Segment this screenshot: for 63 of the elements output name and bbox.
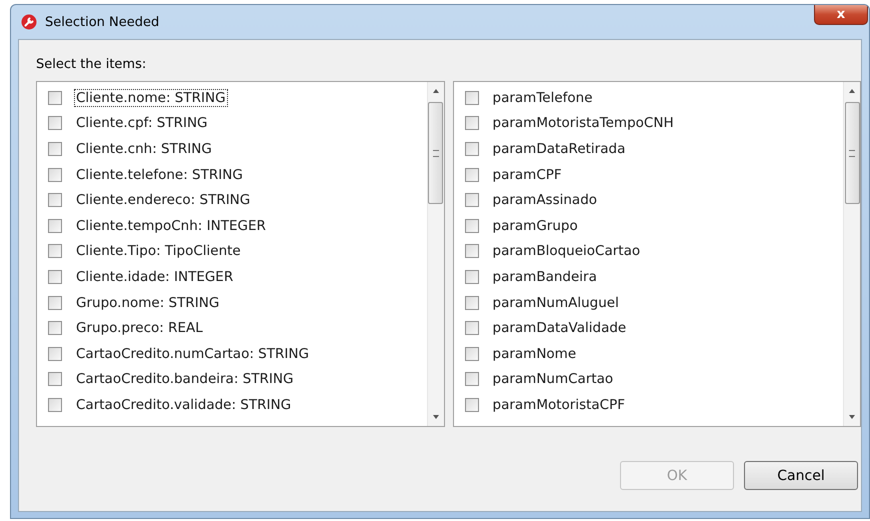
checkbox[interactable] bbox=[48, 244, 62, 258]
item-label[interactable]: paramBloqueioCartao bbox=[490, 242, 642, 260]
item-label[interactable]: Cliente.cpf: STRING bbox=[74, 114, 210, 132]
scroll-up-icon[interactable] bbox=[848, 88, 856, 94]
prompt-label: Select the items: bbox=[36, 57, 148, 72]
item-label[interactable]: paramNome bbox=[490, 344, 578, 363]
item-label[interactable]: paramNumCartao bbox=[490, 370, 616, 388]
checkbox[interactable] bbox=[464, 372, 478, 386]
item-label[interactable]: paramBandeira bbox=[490, 268, 599, 286]
item-label[interactable]: Grupo.nome: STRING bbox=[74, 294, 222, 312]
checkbox[interactable] bbox=[48, 346, 62, 361]
checkbox[interactable] bbox=[464, 346, 478, 361]
checkbox[interactable] bbox=[464, 116, 478, 130]
checkbox[interactable] bbox=[464, 270, 478, 284]
checkbox[interactable] bbox=[48, 398, 62, 412]
item-label[interactable]: CartaoCredito.validade: STRING bbox=[74, 396, 294, 414]
checkbox[interactable] bbox=[48, 193, 62, 208]
item-label[interactable]: Grupo.preco: REAL bbox=[74, 319, 205, 338]
item-label[interactable]: paramCPF bbox=[490, 166, 564, 184]
cancel-button[interactable]: Cancel bbox=[744, 461, 858, 490]
item-label[interactable]: Cliente.idade: INTEGER bbox=[74, 268, 236, 286]
checkbox[interactable] bbox=[48, 270, 62, 284]
checkbox[interactable] bbox=[48, 218, 62, 233]
item-label[interactable]: paramAssinado bbox=[490, 191, 600, 210]
checkbox[interactable] bbox=[48, 372, 62, 386]
window-title: Selection Needed bbox=[45, 14, 160, 30]
checkbox[interactable] bbox=[48, 168, 62, 182]
scrollbar[interactable] bbox=[426, 82, 444, 426]
item-label[interactable]: paramDataRetirada bbox=[490, 140, 628, 158]
checkbox[interactable] bbox=[464, 218, 478, 233]
item-label[interactable]: CartaoCredito.numCartao: STRING bbox=[74, 344, 311, 363]
scroll-down-icon[interactable] bbox=[432, 414, 440, 420]
item-label[interactable]: Cliente.Tipo: TipoCliente bbox=[74, 242, 243, 260]
checkbox[interactable] bbox=[464, 244, 478, 258]
checkbox[interactable] bbox=[48, 321, 62, 336]
item-label[interactable]: Cliente.telefone: STRING bbox=[74, 166, 245, 184]
checkbox[interactable] bbox=[48, 116, 62, 130]
item-label[interactable]: Cliente.tempoCnh: INTEGER bbox=[74, 216, 268, 235]
checkbox[interactable] bbox=[48, 142, 62, 156]
wrench-icon bbox=[21, 14, 37, 30]
checkbox[interactable] bbox=[464, 398, 478, 412]
checkbox[interactable] bbox=[48, 90, 62, 105]
item-label[interactable]: CartaoCredito.bandeira: STRING bbox=[74, 370, 296, 388]
item-label[interactable]: paramMotoristaTempoCNH bbox=[490, 114, 676, 132]
checkbox[interactable] bbox=[464, 90, 478, 105]
item-label[interactable]: paramMotoristaCPF bbox=[490, 396, 628, 414]
item-label[interactable]: Cliente.endereco: STRING bbox=[74, 191, 252, 210]
item-label[interactable]: Cliente.nome: STRING bbox=[74, 88, 228, 107]
scrollbar[interactable] bbox=[843, 82, 860, 426]
checkbox[interactable] bbox=[464, 296, 478, 310]
scroll-up-icon[interactable] bbox=[432, 88, 440, 94]
item-label[interactable]: paramGrupo bbox=[490, 216, 580, 235]
checkbox[interactable] bbox=[464, 168, 478, 182]
checkbox[interactable] bbox=[464, 142, 478, 156]
checkbox[interactable] bbox=[464, 321, 478, 336]
close-button[interactable]: x bbox=[814, 5, 868, 25]
checkbox[interactable] bbox=[464, 193, 478, 208]
item-label[interactable]: paramDataValidade bbox=[490, 319, 628, 338]
checkbox[interactable] bbox=[48, 296, 62, 310]
scroll-down-icon[interactable] bbox=[848, 414, 856, 420]
item-label[interactable]: paramTelefone bbox=[490, 88, 595, 107]
item-label[interactable]: paramNumAluguel bbox=[490, 294, 621, 312]
item-label[interactable]: Cliente.cnh: STRING bbox=[74, 140, 214, 158]
